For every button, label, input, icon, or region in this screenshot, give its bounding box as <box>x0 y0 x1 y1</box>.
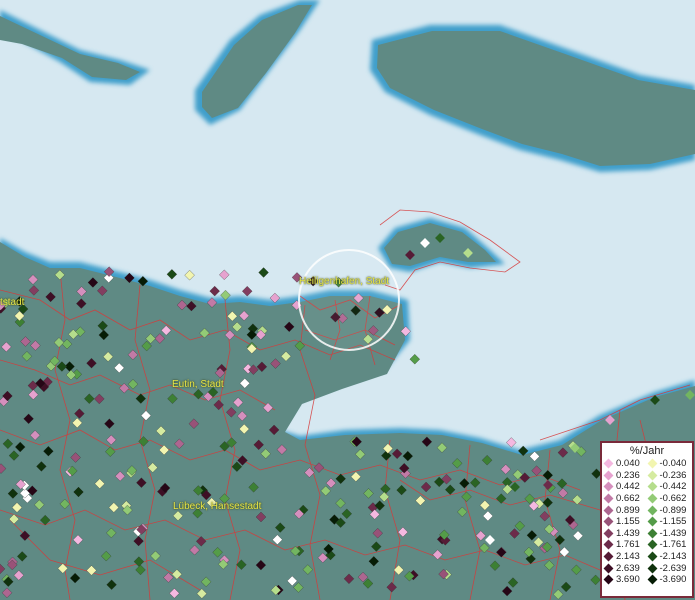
legend-positive-row: 0.236 <box>603 469 649 482</box>
legend-negative-row: -1.155 <box>647 516 693 528</box>
legend-positive-row: 1.155 <box>603 516 649 528</box>
place-label-eutin: Eutin, Stadt <box>172 379 224 390</box>
legend-negative-row: -0.236 <box>647 469 693 482</box>
legend-swatch <box>647 528 657 539</box>
map-canvas[interactable]: tstadt Heiligenhafen, Stadt Eutin, Stadt… <box>0 0 695 600</box>
legend-value: 0.236 <box>616 469 640 481</box>
legend-negative-row: -1.761 <box>647 539 693 551</box>
legend-swatch <box>603 482 614 492</box>
legend-swatch <box>603 458 614 469</box>
place-label-stadt: tstadt <box>0 297 25 308</box>
legend-swatch <box>647 482 657 492</box>
legend-swatch <box>647 540 657 550</box>
legend-swatch <box>603 470 614 481</box>
legend-value: 1.439 <box>616 527 640 539</box>
legend-positive-row: 0.899 <box>603 504 649 516</box>
legend-swatch <box>603 563 614 574</box>
legend-negative-row: -2.143 <box>647 551 693 563</box>
legend-swatch <box>603 516 614 527</box>
legend-positive-row: 3.690 <box>603 574 649 586</box>
legend-swatch <box>647 516 657 527</box>
legend-value: -1.439 <box>659 527 687 539</box>
legend-negative-row: -0.899 <box>647 504 693 516</box>
legend-swatch <box>647 574 657 585</box>
legend-swatch <box>647 458 657 469</box>
legend-swatch <box>647 505 657 516</box>
focus-ring <box>298 249 400 351</box>
legend-negative-row: -0.662 <box>647 493 693 505</box>
legend-swatch <box>603 528 614 539</box>
legend-value: -0.899 <box>659 504 687 516</box>
legend-value: -2.639 <box>659 562 687 574</box>
legend-value: -1.761 <box>659 539 687 551</box>
legend-positive-row: 0.442 <box>603 481 649 493</box>
legend-value: -0.236 <box>659 469 687 481</box>
legend-positive-row: 2.639 <box>603 562 649 574</box>
legend-value: -3.690 <box>659 574 687 586</box>
legend-value: -0.662 <box>659 493 687 505</box>
legend-negative-row: -0.040 <box>647 458 693 470</box>
legend-value: 1.155 <box>616 516 640 528</box>
legend-value: 0.662 <box>616 493 640 505</box>
place-label-heiligenhafen: Heiligenhafen, Stadt <box>299 276 390 287</box>
legend-negative-row: -3.690 <box>647 574 693 586</box>
legend-value: 0.899 <box>616 504 640 516</box>
legend-value: -1.155 <box>659 516 687 528</box>
place-label-luebeck: Lübeck, Hansestadt <box>173 501 262 512</box>
legend-value: -0.442 <box>659 481 687 493</box>
legend-negative-column: -0.040 -0.236 -0.442 -0.662 -0.899 -1.155 -1.4… <box>647 458 693 586</box>
legend-value: 1.761 <box>616 539 640 551</box>
legend-positive-row: 1.439 <box>603 527 649 540</box>
legend-value: -2.143 <box>659 551 687 563</box>
legend-value: 2.143 <box>616 551 640 563</box>
legend-value: 0.040 <box>616 458 640 470</box>
legend-negative-row: -1.439 <box>647 527 693 540</box>
legend-swatch <box>647 493 657 504</box>
legend-positive-column: 0.040 0.236 0.442 0.662 0.899 1.155 1.439 1.761… <box>603 458 649 586</box>
legend-value: 3.690 <box>616 574 640 586</box>
legend-swatch <box>603 551 614 562</box>
legend-swatch <box>647 551 657 562</box>
legend-swatch <box>603 493 614 504</box>
legend-title: %/Jahr <box>629 445 665 457</box>
legend-swatch <box>647 470 657 481</box>
legend-positive-row: 1.761 <box>603 539 649 551</box>
legend-negative-row: -2.639 <box>647 562 693 574</box>
legend-swatch <box>647 563 657 574</box>
legend-positive-row: 2.143 <box>603 551 649 563</box>
legend-value: -0.040 <box>659 458 687 470</box>
legend-positive-row: 0.040 <box>603 458 649 470</box>
legend-swatch <box>603 574 614 585</box>
map-layer[interactable] <box>0 0 695 600</box>
legend-swatch <box>603 540 614 550</box>
legend-swatch <box>603 505 614 516</box>
legend-value: 2.639 <box>616 562 640 574</box>
legend: %/Jahr 0.040 0.236 0.442 0.662 0.899 1.155 1.4… <box>600 441 694 598</box>
legend-value: 0.442 <box>616 481 640 493</box>
legend-negative-row: -0.442 <box>647 481 693 493</box>
legend-positive-row: 0.662 <box>603 493 649 505</box>
